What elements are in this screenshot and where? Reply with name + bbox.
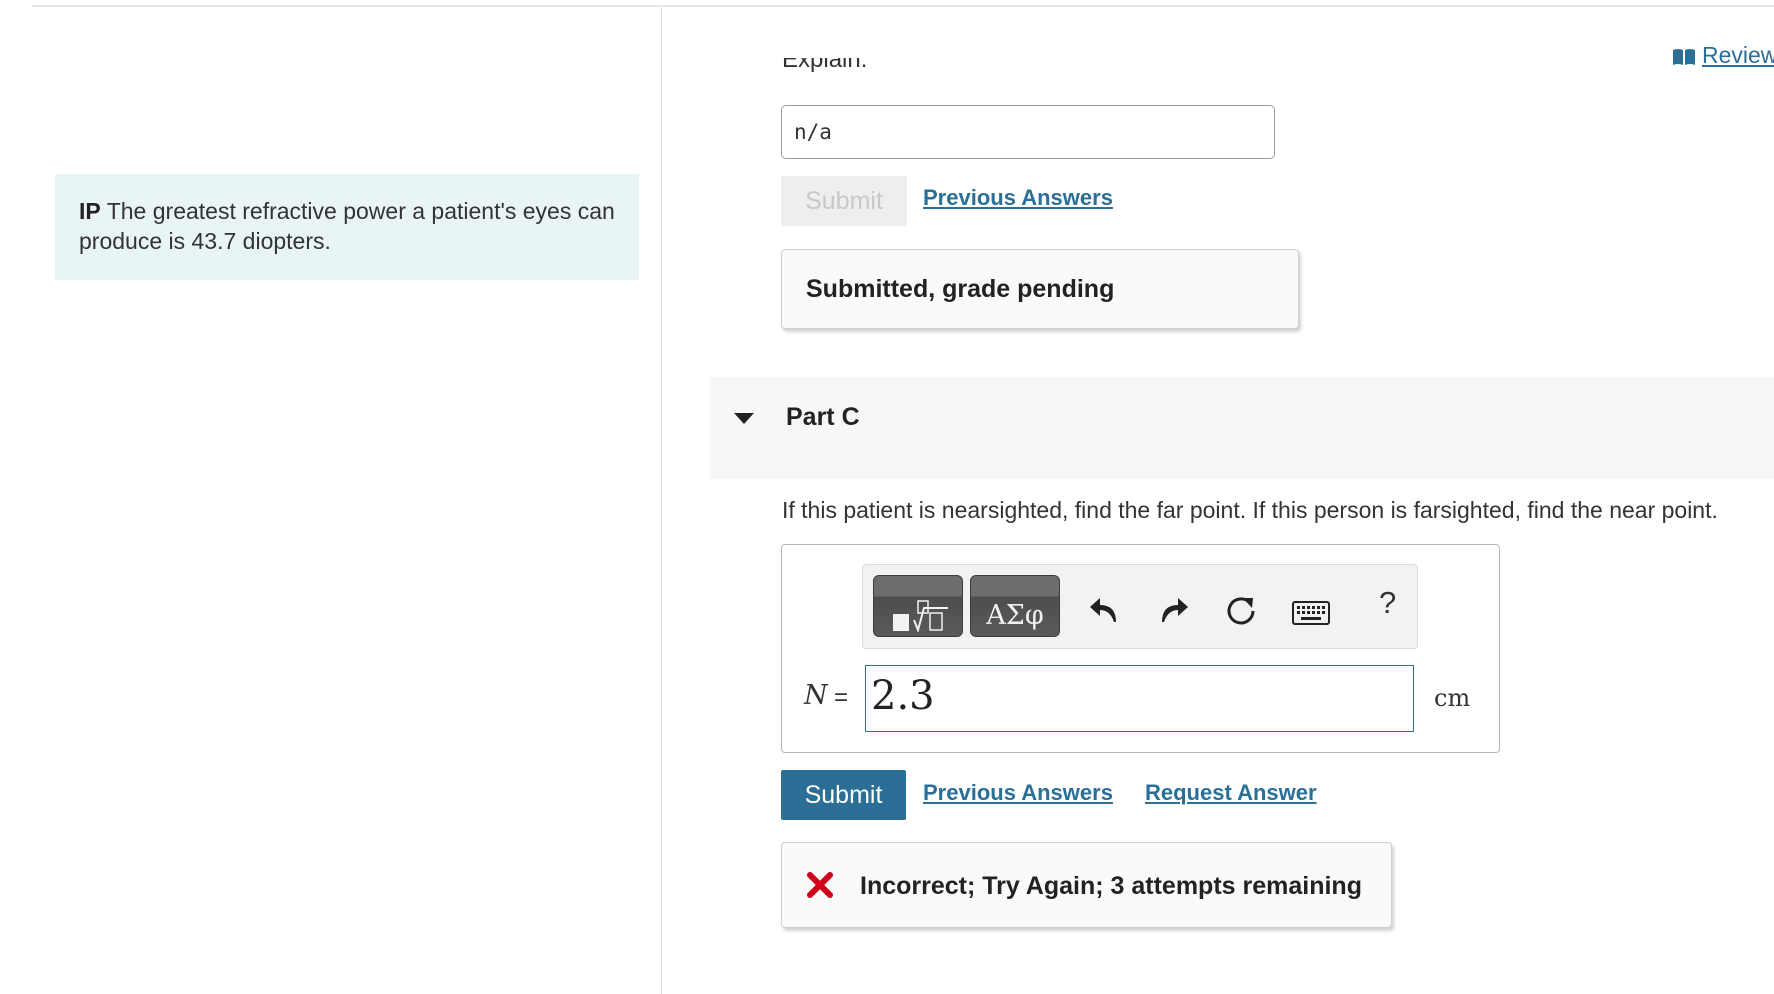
feedback-text-part-b: Submitted, grade pending (806, 275, 1115, 303)
equals-sign: = (834, 684, 849, 711)
feedback-box: Incorrect; Try Again; 3 attempts remaini… (781, 842, 1392, 928)
templates-icon (892, 600, 950, 637)
redo-icon[interactable] (1158, 595, 1190, 630)
explain-textbox[interactable]: n/a (781, 105, 1275, 159)
review-link-label: Review (1702, 42, 1774, 68)
undo-icon[interactable] (1088, 595, 1120, 630)
keyboard-icon[interactable] (1292, 601, 1330, 630)
templates-button[interactable] (873, 575, 963, 637)
help-icon[interactable]: ? (1379, 585, 1396, 621)
submit-button-disabled[interactable]: Submit (781, 176, 907, 226)
previous-answers-link[interactable]: Previous Answers (923, 780, 1113, 806)
incorrect-x-icon (806, 871, 834, 906)
review-link[interactable]: Review (1672, 42, 1774, 72)
unit-label: cm (1434, 684, 1471, 712)
math-toolbar: ΑΣφ ? (862, 564, 1418, 649)
feedback-text: Incorrect; Try Again; 3 attempts remaini… (860, 872, 1362, 900)
part-c-title: Part C (786, 403, 860, 431)
feedback-box-part-b: Submitted, grade pending (781, 249, 1299, 329)
greek-symbols-label: ΑΣφ (986, 600, 1044, 631)
column-divider (661, 7, 662, 994)
question-text: If this patient is nearsighted, find the… (782, 497, 1718, 523)
part-c-header[interactable] (710, 377, 1774, 479)
book-icon (1672, 45, 1696, 72)
explain-label: Explain: (782, 58, 868, 73)
previous-answers-link-part-b[interactable]: Previous Answers (923, 185, 1113, 211)
variable-label: N (804, 680, 828, 711)
intro-prefix: IP (79, 198, 101, 224)
intro-text: The greatest refractive power a patient'… (79, 198, 615, 254)
greek-symbols-button[interactable]: ΑΣφ (970, 575, 1060, 637)
caret-down-icon[interactable] (734, 413, 754, 424)
answer-input[interactable]: 2.3 (865, 665, 1414, 732)
reset-icon[interactable] (1224, 593, 1258, 632)
problem-intro: IP The greatest refractive power a patie… (55, 174, 639, 280)
submit-button[interactable]: Submit (781, 770, 906, 820)
request-answer-link[interactable]: Request Answer (1145, 780, 1317, 806)
top-border (32, 5, 1774, 7)
